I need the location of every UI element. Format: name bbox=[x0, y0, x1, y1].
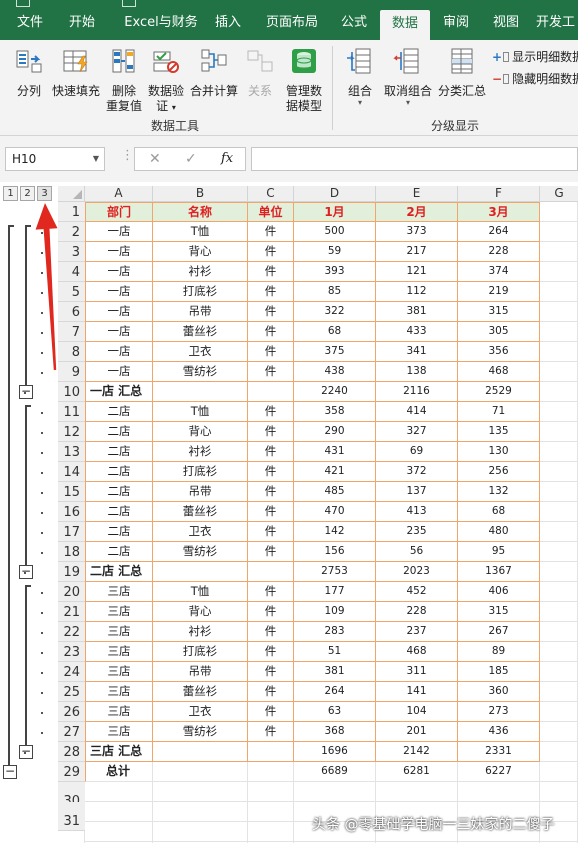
annotation-arrow bbox=[35, 203, 58, 371]
watermark-text: 头条 @零基础学电脑一三妹家的二傻子 bbox=[312, 817, 555, 833]
